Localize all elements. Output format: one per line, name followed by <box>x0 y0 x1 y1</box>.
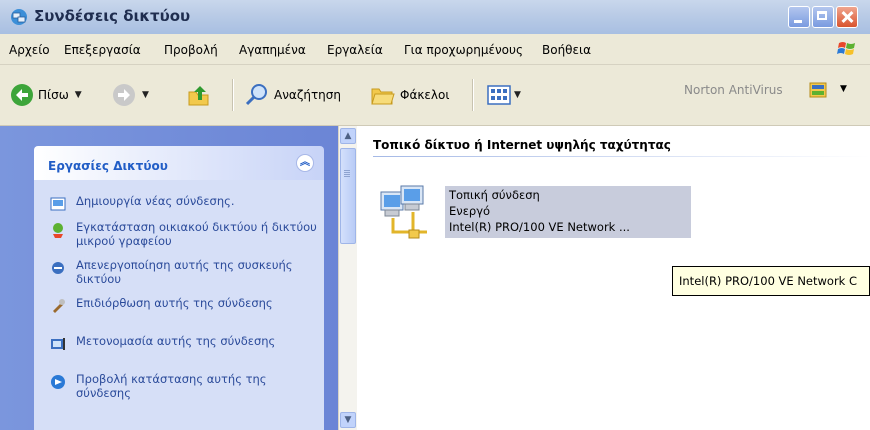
task-label: Απενεργοποίηση αυτής της συσκευής δικτύο… <box>76 258 293 286</box>
menu-file[interactable]: Αρχείο <box>9 43 50 57</box>
connection-status: Ενεργό <box>449 204 491 218</box>
task-disable-device[interactable]: Απενεργοποίηση αυτής της συσκευής δικτύο… <box>50 258 320 286</box>
network-connections-icon <box>11 9 27 25</box>
scroll-up-arrow-icon[interactable]: ▲ <box>340 128 356 144</box>
task-label: Μετονομασία αυτής της σύνδεσης <box>76 334 276 348</box>
network-connection-icon <box>380 185 427 239</box>
task-home-network[interactable]: Εγκατάσταση οικιακού δικτύου ή δικτύου μ… <box>50 220 320 248</box>
menu-bar: Αρχείο Επεξεργασία Προβολή Αγαπημένα Εργ… <box>0 34 870 65</box>
menu-favorites[interactable]: Αγαπημένα <box>239 43 306 57</box>
network-connections-window: Συνδέσεις δικτύου Αρχείο Επεξεργασία Προ… <box>0 0 870 430</box>
maximize-button[interactable] <box>812 6 834 28</box>
search-label: Αναζήτηση <box>274 88 341 102</box>
window-title: Συνδέσεις δικτύου <box>34 7 191 25</box>
scrollbar-thumb[interactable] <box>340 148 356 244</box>
up-folder-icon <box>188 86 209 106</box>
menu-edit[interactable]: Επεξεργασία <box>64 43 141 57</box>
folders-button[interactable]: Φάκελοι <box>370 83 449 107</box>
windows-logo-icon <box>837 42 855 55</box>
repair-icon <box>53 299 65 313</box>
task-label: Προβολή κατάστασης αυτής της σύνδεσης <box>76 372 267 400</box>
search-icon <box>245 84 267 106</box>
task-create-connection[interactable]: Δημιουργία νέας σύνδεσης. <box>50 194 320 212</box>
forward-button[interactable]: ▼ <box>112 83 149 107</box>
minimize-button[interactable] <box>788 6 810 28</box>
forward-dropdown-icon[interactable]: ▼ <box>142 90 149 100</box>
folders-icon <box>371 88 395 105</box>
up-folder-button[interactable] <box>186 83 212 107</box>
menu-advanced[interactable]: Για προχωρημένους <box>404 43 523 57</box>
task-rename-connection[interactable]: Μετονομασία αυτής της σύνδεσης <box>50 334 320 352</box>
menu-view[interactable]: Προβολή <box>164 43 218 57</box>
connection-name: Τοπική σύνδεση <box>449 188 540 202</box>
collapse-chevron-icon[interactable]: ︽ <box>296 154 314 172</box>
forward-arrow-icon <box>113 84 135 106</box>
group-header: Τοπικό δίκτυο ή Internet υψηλής ταχύτητα… <box>373 138 671 152</box>
scroll-down-arrow-icon[interactable]: ▼ <box>340 412 356 428</box>
network-tasks-panel: Εργασίες Δικτύου ︽ Δημιουργία νέας σύνδε… <box>34 146 324 430</box>
views-dropdown-icon[interactable]: ▼ <box>514 90 521 100</box>
task-pane: Εργασίες Δικτύου ︽ Δημιουργία νέας σύνδε… <box>0 126 338 430</box>
task-repair-connection[interactable]: Επιδιόρθωση αυτής της σύνδεσης <box>50 296 320 314</box>
task-label: Εγκατάσταση οικιακού δικτύου ή δικτύου μ… <box>76 220 317 248</box>
rename-icon <box>51 338 65 350</box>
menu-tools[interactable]: Εργαλεία <box>327 43 383 57</box>
task-label: Δημιουργία νέας σύνδεσης. <box>76 194 235 208</box>
scrollbar-grip-icon <box>344 170 350 171</box>
close-button[interactable] <box>836 6 858 28</box>
back-arrow-icon <box>11 84 33 106</box>
back-label: Πίσω <box>38 88 69 102</box>
views-icon <box>487 85 511 105</box>
norton-antivirus-label[interactable]: Norton AntiVirus <box>684 83 783 97</box>
back-button[interactable]: Πίσω ▼ <box>10 83 82 107</box>
toolbar-separator <box>472 79 474 111</box>
status-icon <box>51 375 65 389</box>
task-pane-scrollbar[interactable]: ▲ ▼ <box>338 126 357 430</box>
local-area-connection-item[interactable]: Τοπική σύνδεση Ενεργό Intel(R) PRO/100 V… <box>379 182 691 246</box>
task-view-status[interactable]: Προβολή κατάστασης αυτής της σύνδεσης <box>50 372 320 400</box>
back-dropdown-icon[interactable]: ▼ <box>75 90 82 100</box>
group-divider <box>373 156 870 157</box>
menu-help[interactable]: Βοήθεια <box>542 43 591 57</box>
toolbar-separator <box>232 79 234 111</box>
folders-label: Φάκελοι <box>400 88 450 102</box>
search-button[interactable]: Αναζήτηση <box>244 83 341 107</box>
network-tasks-list: Δημιουργία νέας σύνδεσης. Εγκατάσταση οι… <box>34 180 324 430</box>
views-button[interactable]: ▼ <box>486 83 521 107</box>
network-tasks-header[interactable]: Εργασίες Δικτύου ︽ <box>34 146 324 180</box>
new-connection-icon <box>50 197 66 211</box>
norton-dropdown-icon[interactable]: ▼ <box>840 84 847 94</box>
device-tooltip: Intel(R) PRO/100 VE Network C <box>672 266 870 296</box>
task-label: Επιδιόρθωση αυτής της σύνδεσης <box>76 296 273 310</box>
title-bar[interactable]: Συνδέσεις δικτύου <box>0 0 870 35</box>
norton-antivirus-icon[interactable] <box>808 79 830 101</box>
disable-device-icon <box>52 262 64 274</box>
network-tasks-title: Εργασίες Δικτύου <box>48 159 168 173</box>
connection-device: Intel(R) PRO/100 VE Network ... <box>449 220 630 234</box>
home-network-wizard-icon <box>53 223 63 238</box>
